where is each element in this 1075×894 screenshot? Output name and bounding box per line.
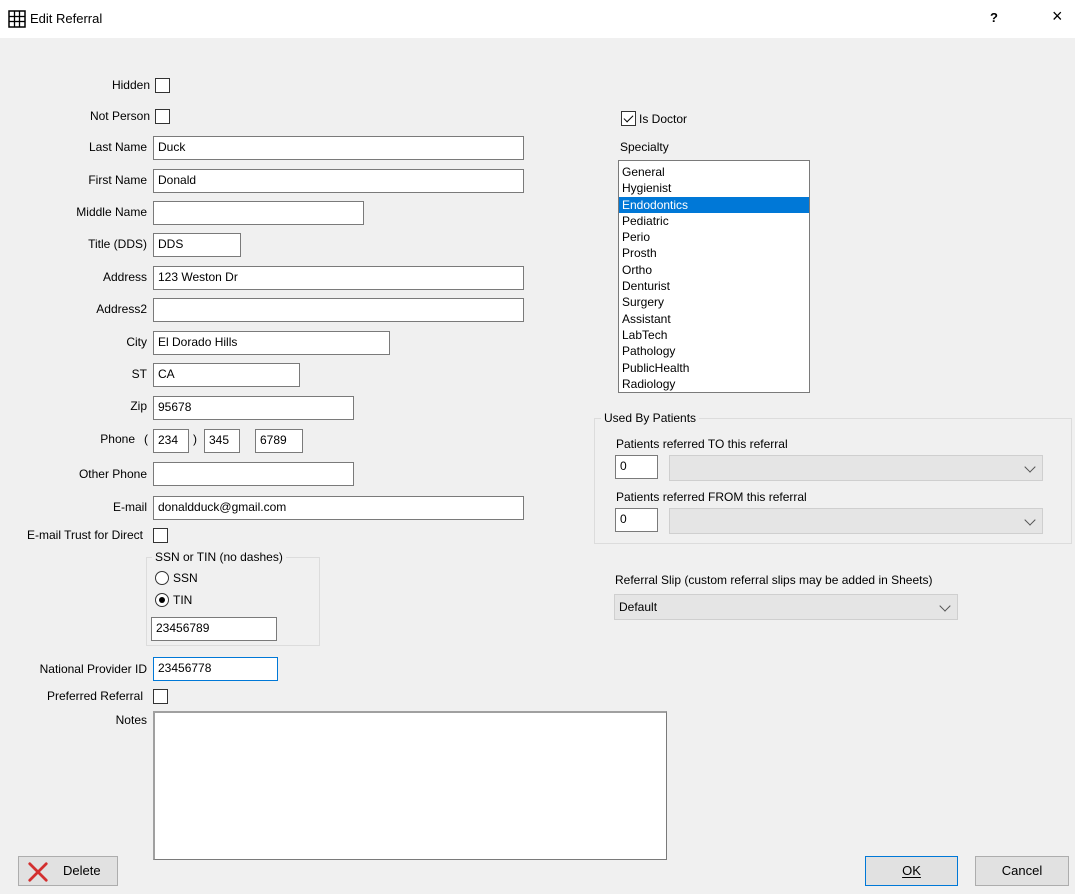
phone-label: Phone [100,432,135,446]
specialty-item-labtech[interactable]: LabTech [619,327,809,343]
app-grid-icon [8,10,26,28]
patients-to-count: 0 [615,455,658,479]
is-doctor-checkbox[interactable] [621,111,636,126]
ok-button[interactable]: OK [865,856,958,886]
not-person-checkbox[interactable] [155,109,170,124]
specialty-listbox[interactable]: General Hygienist Endodontics Pediatric Peri… [618,160,810,393]
ssn-tin-input[interactable]: 23456789 [151,617,277,641]
referral-slip-label: Referral Slip (custom referral slips may… [615,573,933,587]
title-bar: Edit Referral ? × [0,0,1075,38]
ok-button-label: OK [902,863,921,878]
last-name-input[interactable]: Duck [153,136,524,160]
specialty-item-general[interactable]: General [619,164,809,180]
specialty-item-ortho[interactable]: Ortho [619,262,809,278]
referral-slip-value: Default [619,600,658,614]
ssn-radio-label: SSN [173,571,198,585]
chevron-down-icon [1024,514,1036,526]
email-label: E-mail [112,500,147,514]
ssn-tin-group-title: SSN or TIN (no dashes) [152,550,286,564]
window-title: Edit Referral [30,11,103,26]
email-input[interactable]: donaldduck@gmail.com [153,496,524,520]
phone-open-paren: ( [144,432,148,446]
address2-input[interactable] [153,298,524,322]
specialty-item-hygienist[interactable]: Hygienist [619,180,809,196]
email-trust-checkbox[interactable] [153,528,168,543]
address-input[interactable]: 123 Weston Dr [153,266,524,290]
patients-to-dropdown[interactable] [669,455,1043,481]
preferred-referral-checkbox[interactable] [153,689,168,704]
specialty-item-prosth[interactable]: Prosth [619,245,809,261]
notes-textarea[interactable] [153,711,667,860]
address2-label: Address2 [96,302,147,316]
tin-radio-label: TIN [173,593,193,607]
preferred-referral-label: Preferred Referral [46,689,143,703]
middle-name-label: Middle Name [76,205,147,219]
not-person-label: Not Person [89,109,150,123]
phone-prefix-input[interactable]: 345 [204,429,240,453]
delete-x-icon [28,862,48,882]
cancel-button-label: Cancel [1001,863,1043,878]
npi-label: National Provider ID [39,662,147,676]
hidden-checkbox[interactable] [155,78,170,93]
delete-button[interactable]: Delete [18,856,118,886]
email-trust-label: E-mail Trust for Direct [26,528,143,542]
is-doctor-label: Is Doctor [639,112,688,126]
other-phone-input[interactable] [153,462,354,486]
title-label: Title (DDS) [88,237,147,251]
city-label: City [126,335,147,349]
patients-from-dropdown[interactable] [669,508,1043,534]
specialty-item-denturist[interactable]: Denturist [619,278,809,294]
chevron-down-icon [939,600,951,612]
patients-to-label: Patients referred TO this referral [616,437,788,451]
used-by-patients-title: Used By Patients [601,411,700,425]
first-name-label: First Name [88,173,147,187]
title-input[interactable]: DDS [153,233,241,257]
chevron-down-icon [1024,461,1036,473]
patients-from-count: 0 [615,508,658,532]
specialty-item-perio[interactable]: Perio [619,229,809,245]
close-button[interactable]: × [1052,6,1063,27]
middle-name-input[interactable] [153,201,364,225]
address-label: Address [102,270,147,284]
last-name-label: Last Name [88,140,147,154]
phone-area-input[interactable]: 234 [153,429,189,453]
patients-from-label: Patients referred FROM this referral [616,490,807,504]
help-button[interactable]: ? [990,10,998,25]
specialty-item-surgery[interactable]: Surgery [619,294,809,310]
specialty-item-pathology[interactable]: Pathology [619,343,809,359]
delete-button-label: Delete [63,863,101,878]
specialty-item-radiology[interactable]: Radiology [619,376,809,392]
specialty-label: Specialty [620,140,669,154]
phone-line-input[interactable]: 6789 [255,429,303,453]
ssn-radio[interactable] [155,571,169,585]
zip-label: Zip [130,399,147,413]
tin-radio[interactable] [155,593,169,607]
specialty-item-pediatric[interactable]: Pediatric [619,213,809,229]
cancel-button[interactable]: Cancel [975,856,1069,886]
first-name-input[interactable]: Donald [153,169,524,193]
phone-close-paren: ) [193,432,197,446]
notes-label: Notes [115,713,147,727]
npi-input[interactable]: 23456778 [153,657,278,681]
specialty-item-assistant[interactable]: Assistant [619,311,809,327]
city-input[interactable]: El Dorado Hills [153,331,390,355]
referral-slip-dropdown[interactable]: Default [614,594,958,620]
specialty-item-endodontics[interactable]: Endodontics [619,196,809,213]
specialty-item-publichealth[interactable]: PublicHealth [619,360,809,376]
zip-input[interactable]: 95678 [153,396,354,420]
st-label: ST [131,367,147,381]
other-phone-label: Other Phone [78,467,147,481]
st-input[interactable]: CA [153,363,300,387]
hidden-label: Hidden [111,78,150,92]
